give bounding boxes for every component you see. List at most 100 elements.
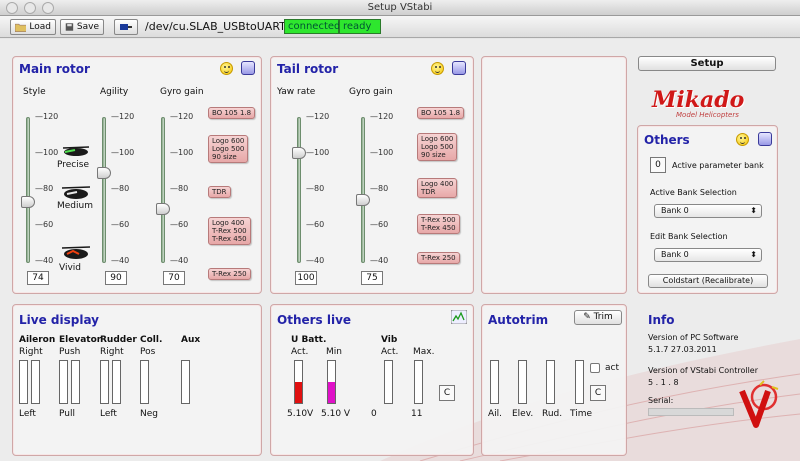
others-live-title: Others live [277, 313, 352, 327]
preset-tag[interactable]: Logo 600 Logo 500 90 size [208, 135, 249, 163]
vib-max-bar [414, 360, 423, 404]
tick-label: 100 [378, 148, 394, 157]
batt-min-value: 5.10 V [321, 409, 351, 419]
updown-arrows-icon: ⬍ [750, 250, 757, 259]
collective-top-label: Pos [140, 347, 156, 357]
preset-tag[interactable]: T-Rex 250 [417, 252, 460, 264]
disk-icon [65, 23, 74, 31]
edit-bank-select[interactable]: Bank 0 ⬍ [654, 248, 762, 262]
yaw-slider-thumb[interactable] [292, 147, 306, 159]
autotrim-panel: Autotrim ✎ Trim act C Ail. Elev. Rud. Ti… [481, 304, 627, 456]
preset-tag[interactable]: T-Rex 250 [208, 268, 251, 280]
batt-min-bar [327, 360, 336, 404]
elevator-bar [71, 360, 80, 404]
elevator-label: Elevator [59, 335, 102, 345]
clear-trim-button[interactable]: C [590, 385, 606, 401]
tail-rotor-title: Tail rotor [277, 62, 339, 76]
main-rotor-title: Main rotor [19, 62, 90, 76]
save-button[interactable]: Save [60, 19, 104, 35]
time-label: Time [570, 409, 593, 419]
agility-slider-track[interactable] [102, 117, 106, 263]
rudder-bottom-label: Left [100, 409, 117, 419]
smiley-icon[interactable] [431, 62, 444, 75]
style-value[interactable]: 74 [27, 271, 49, 285]
yaw-slider-track[interactable] [297, 117, 301, 263]
controller-value: 5 . 1 . 8 [648, 378, 679, 387]
preset-tag[interactable]: T-Rex 500 T-Rex 450 [417, 214, 460, 234]
agility-slider-thumb[interactable] [97, 167, 111, 179]
rud-label: Rud. [542, 409, 563, 419]
brand-subtitle: Model Helicopters [676, 111, 739, 119]
help-icon[interactable] [452, 61, 466, 75]
tick-label: 100 [119, 148, 135, 157]
brand-name: Mikado [652, 87, 745, 113]
vib-act-bar [384, 360, 393, 404]
help-icon[interactable] [241, 61, 255, 75]
setup-button[interactable]: Setup [638, 56, 776, 71]
port-button[interactable] [114, 19, 138, 35]
tick-label: 40 [314, 256, 325, 265]
usb-port-icon [120, 24, 132, 30]
workspace: Main rotor Style Agility Gyro gain —120 … [0, 39, 800, 461]
coldstart-button[interactable]: Coldstart (Recalibrate) [648, 274, 768, 288]
app-window: Setup VStabi Load Save /dev/cu.SLAB_USBt… [0, 0, 800, 461]
tick-label: 80 [314, 184, 325, 193]
agility-value[interactable]: 90 [105, 271, 127, 285]
aileron-bar [19, 360, 28, 404]
batt-act-bar [294, 360, 303, 404]
preset-tag[interactable]: Logo 400 T-Rex 500 T-Rex 450 [208, 217, 251, 245]
others-panel: Others 0 Active parameter bank Active Ba… [637, 125, 778, 294]
act-checkbox[interactable] [590, 363, 600, 373]
port-path: /dev/cu.SLAB_USBtoUART [145, 20, 286, 33]
preset-tag[interactable]: Logo 400 TDR [417, 178, 458, 198]
helicopter-medium-icon [61, 186, 91, 199]
window-title: Setup VStabi [367, 2, 433, 13]
helicopter-precise-icon [62, 146, 90, 156]
smiley-icon[interactable] [736, 133, 749, 146]
vib-act-value: 0 [371, 409, 377, 419]
vstabi-logo-icon [739, 380, 779, 428]
preset-tag[interactable]: Logo 600 Logo 500 90 size [417, 133, 458, 161]
style-slider-track[interactable] [26, 117, 30, 263]
tick-label: 120 [314, 112, 330, 121]
batt-act-fill [295, 382, 302, 403]
tick-label: 40 [178, 256, 189, 265]
aux-label: Aux [181, 335, 201, 345]
preset-tag[interactable]: BO 105 1.8 [417, 107, 465, 119]
chart-icon[interactable] [451, 310, 467, 324]
rudder-bar [100, 360, 109, 404]
active-bank-select[interactable]: Bank 0 ⬍ [654, 204, 762, 218]
main-gyro-value[interactable]: 70 [163, 271, 185, 285]
live-display-title: Live display [19, 313, 99, 327]
collective-bottom-label: Neg [140, 409, 158, 419]
yaw-rate-label: Yaw rate [277, 87, 316, 97]
elevator-bottom-label: Pull [59, 409, 75, 419]
tick-label: 100 [314, 148, 330, 157]
aileron-top-label: Right [19, 347, 43, 357]
helicopter-vivid-icon [61, 246, 91, 259]
status-ready: ready [339, 19, 381, 34]
pc-software-label: Version of PC Software [648, 333, 739, 342]
vib-max-value: 11 [411, 409, 423, 419]
help-icon[interactable] [758, 132, 772, 146]
tick-label: 120 [378, 112, 394, 121]
trim-button[interactable]: ✎ Trim [574, 310, 622, 325]
main-gyro-slider-thumb[interactable] [156, 203, 170, 215]
tick-label: 80 [178, 184, 189, 193]
preset-tag[interactable]: BO 105 1.8 [208, 107, 256, 119]
tail-gyro-slider-track[interactable] [361, 117, 365, 263]
tail-gyro-slider-thumb[interactable] [356, 194, 370, 206]
load-button[interactable]: Load [10, 19, 56, 35]
clear-vib-button[interactable]: C [439, 385, 455, 401]
tail-gyro-value[interactable]: 75 [361, 271, 383, 285]
elevator-bar [59, 360, 68, 404]
preset-tag[interactable]: TDR [208, 186, 231, 198]
rudder-top-label: Right [100, 347, 124, 357]
style-slider-thumb[interactable] [21, 196, 35, 208]
tail-gyro-gain-label: Gyro gain [349, 87, 393, 97]
main-gyro-slider-track[interactable] [161, 117, 165, 263]
smiley-icon[interactable] [220, 62, 233, 75]
yaw-value[interactable]: 100 [295, 271, 317, 285]
ail-trim-bar [490, 360, 499, 404]
gyro-gain-label: Gyro gain [160, 87, 204, 97]
